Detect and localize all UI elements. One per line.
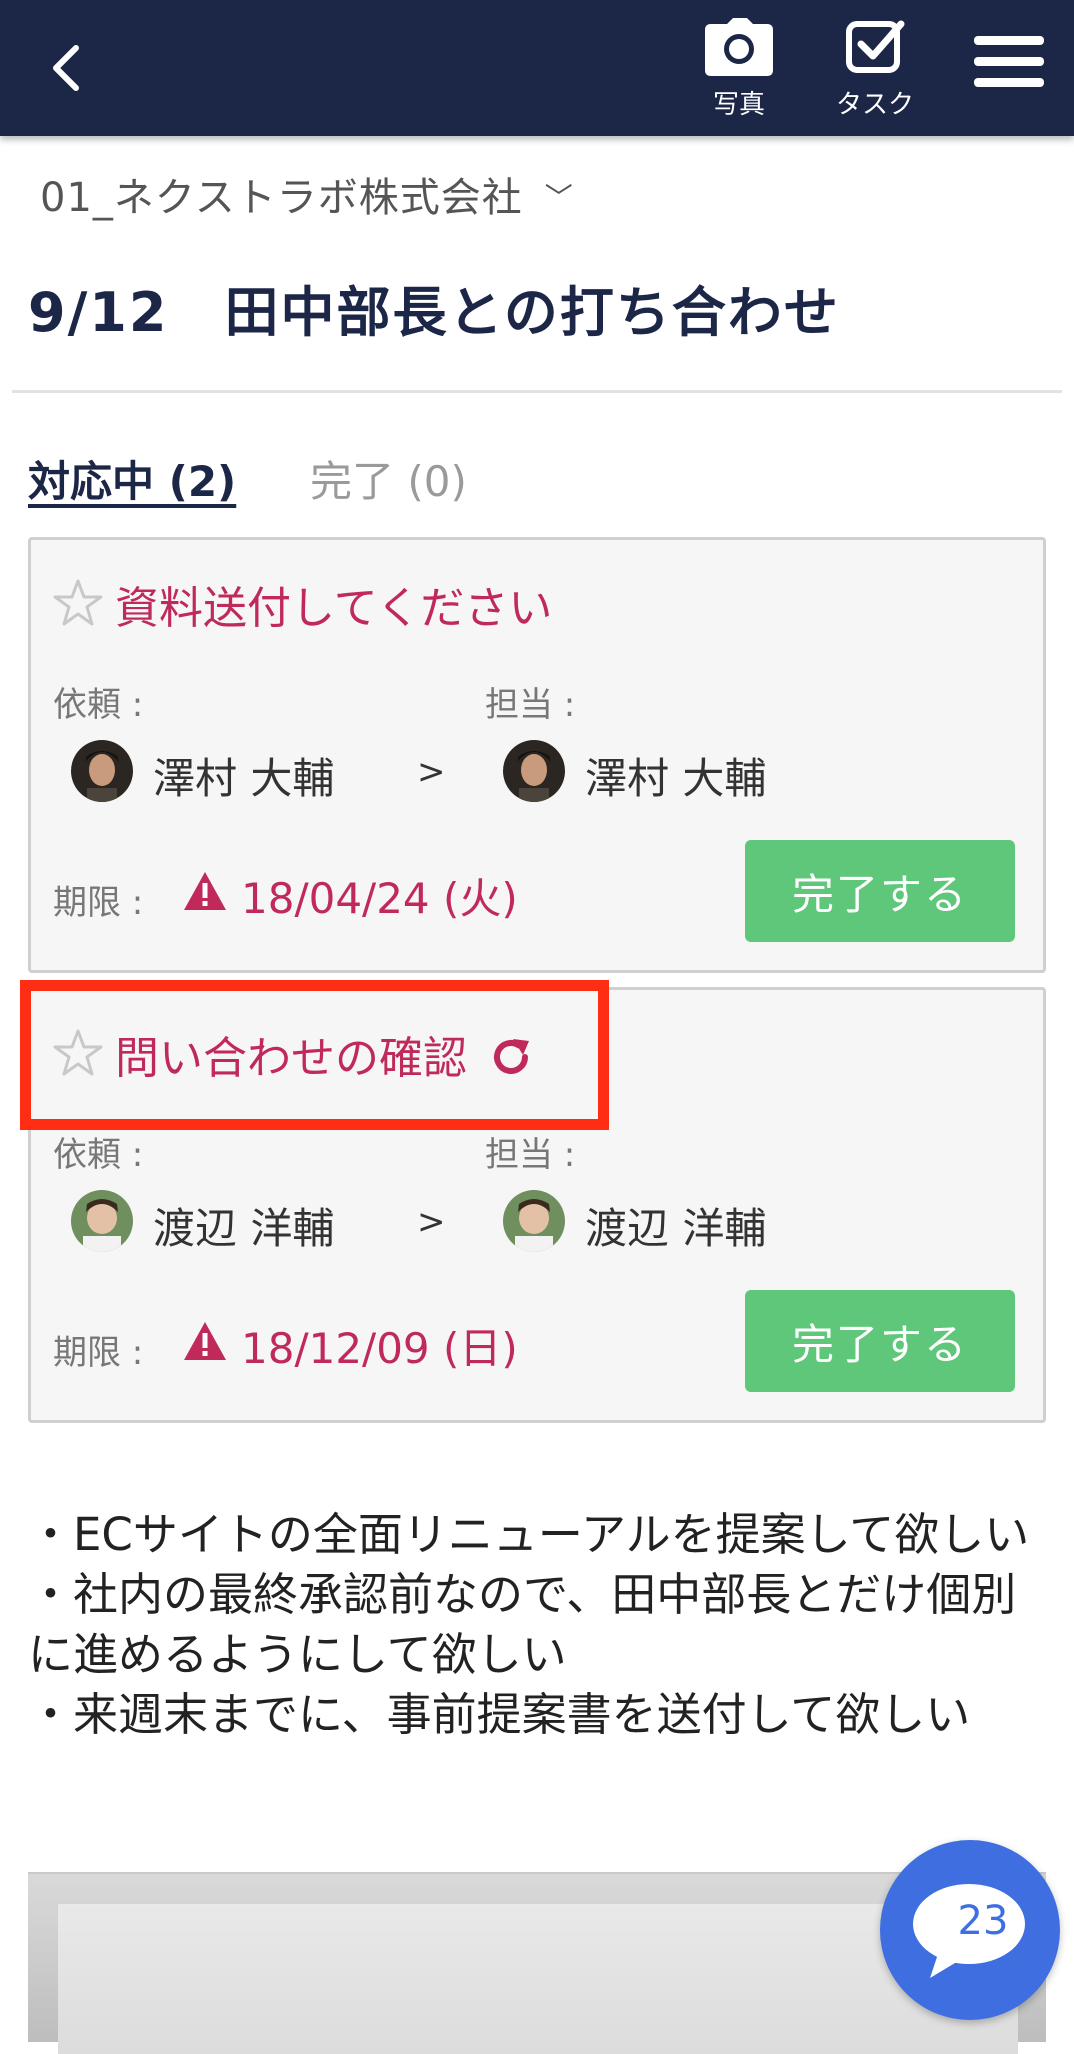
arrow-label: >: [417, 1202, 446, 1242]
due-label: 期限 :: [53, 1333, 144, 1373]
note-line: ・ECサイトの全面リニューアルを提案して欲しい: [28, 1508, 1030, 1561]
warning-icon: [184, 1322, 226, 1360]
requester-name: 渡辺 洋輔: [153, 1204, 335, 1253]
menu-line: [974, 57, 1044, 66]
chat-button[interactable]: 23: [880, 1840, 1060, 2020]
task-button[interactable]: タスク: [820, 18, 930, 120]
chevron-left-icon: [53, 45, 79, 91]
star-icon[interactable]: [53, 578, 103, 628]
meeting-title: 9/12 田中部長との打ち合わせ: [28, 281, 840, 344]
assignee-label: 担当 :: [485, 685, 576, 725]
arrow-label: >: [417, 752, 446, 792]
checkbox-check-icon: [846, 20, 905, 73]
company-name: 01_ネクストラボ株式会社: [40, 175, 523, 221]
avatar: [503, 1190, 565, 1252]
avatar: [71, 740, 133, 802]
requester-label: 依頼 :: [53, 1135, 144, 1175]
chat-count: 23: [957, 1898, 1009, 1944]
complete-button[interactable]: 完了する: [745, 1290, 1015, 1392]
due-date: 18/04/24 (火): [241, 874, 518, 923]
hamburger-menu-button[interactable]: [974, 36, 1044, 96]
assignee-name: 渡辺 洋輔: [585, 1204, 767, 1253]
chevron-down-icon: ﹀: [544, 181, 574, 214]
task-label: タスク: [835, 90, 914, 120]
assignee-name: 澤村 大輔: [585, 754, 767, 803]
tab-in-progress[interactable]: 対応中 (2): [28, 448, 236, 509]
menu-line: [974, 36, 1044, 45]
due-label: 期限 :: [53, 883, 144, 923]
task-card[interactable]: 資料送付してください 依頼 : 担当 : 澤村 大輔 > 澤村 大輔 期限 : …: [28, 537, 1046, 973]
photo-button[interactable]: 写真: [684, 18, 794, 120]
highlight-box: [20, 980, 609, 1130]
due-date: 18/12/09 (日): [241, 1324, 518, 1373]
task-title[interactable]: 資料送付してください: [115, 572, 552, 636]
top-bar: 写真 タスク: [0, 0, 1074, 136]
complete-button[interactable]: 完了する: [745, 840, 1015, 942]
assignee-label: 担当 :: [485, 1135, 576, 1175]
avatar: [503, 740, 565, 802]
company-selector[interactable]: 01_ネクストラボ株式会社 ﹀: [40, 165, 574, 223]
requester-name: 澤村 大輔: [153, 754, 335, 803]
menu-line: [974, 78, 1044, 87]
avatar: [71, 1190, 133, 1252]
note-line: ・社内の最終承認前なので、田中部長とだけ個別に進めるようにして欲しい: [28, 1568, 1017, 1681]
tab-completed[interactable]: 完了 (0): [310, 448, 467, 509]
camera-icon: [705, 18, 773, 76]
whiteboard-image: [58, 1904, 1018, 2054]
photo-label: 写真: [712, 90, 765, 120]
divider: [12, 390, 1062, 393]
warning-icon: [184, 872, 226, 910]
requester-label: 依頼 :: [53, 685, 144, 725]
meeting-notes: ・ECサイトの全面リニューアルを提案して欲しい ・社内の最終承認前なので、田中部…: [28, 1505, 1058, 1745]
back-button[interactable]: [40, 38, 100, 98]
note-line: ・来週末までに、事前提案書を送付して欲しい: [28, 1688, 971, 1741]
